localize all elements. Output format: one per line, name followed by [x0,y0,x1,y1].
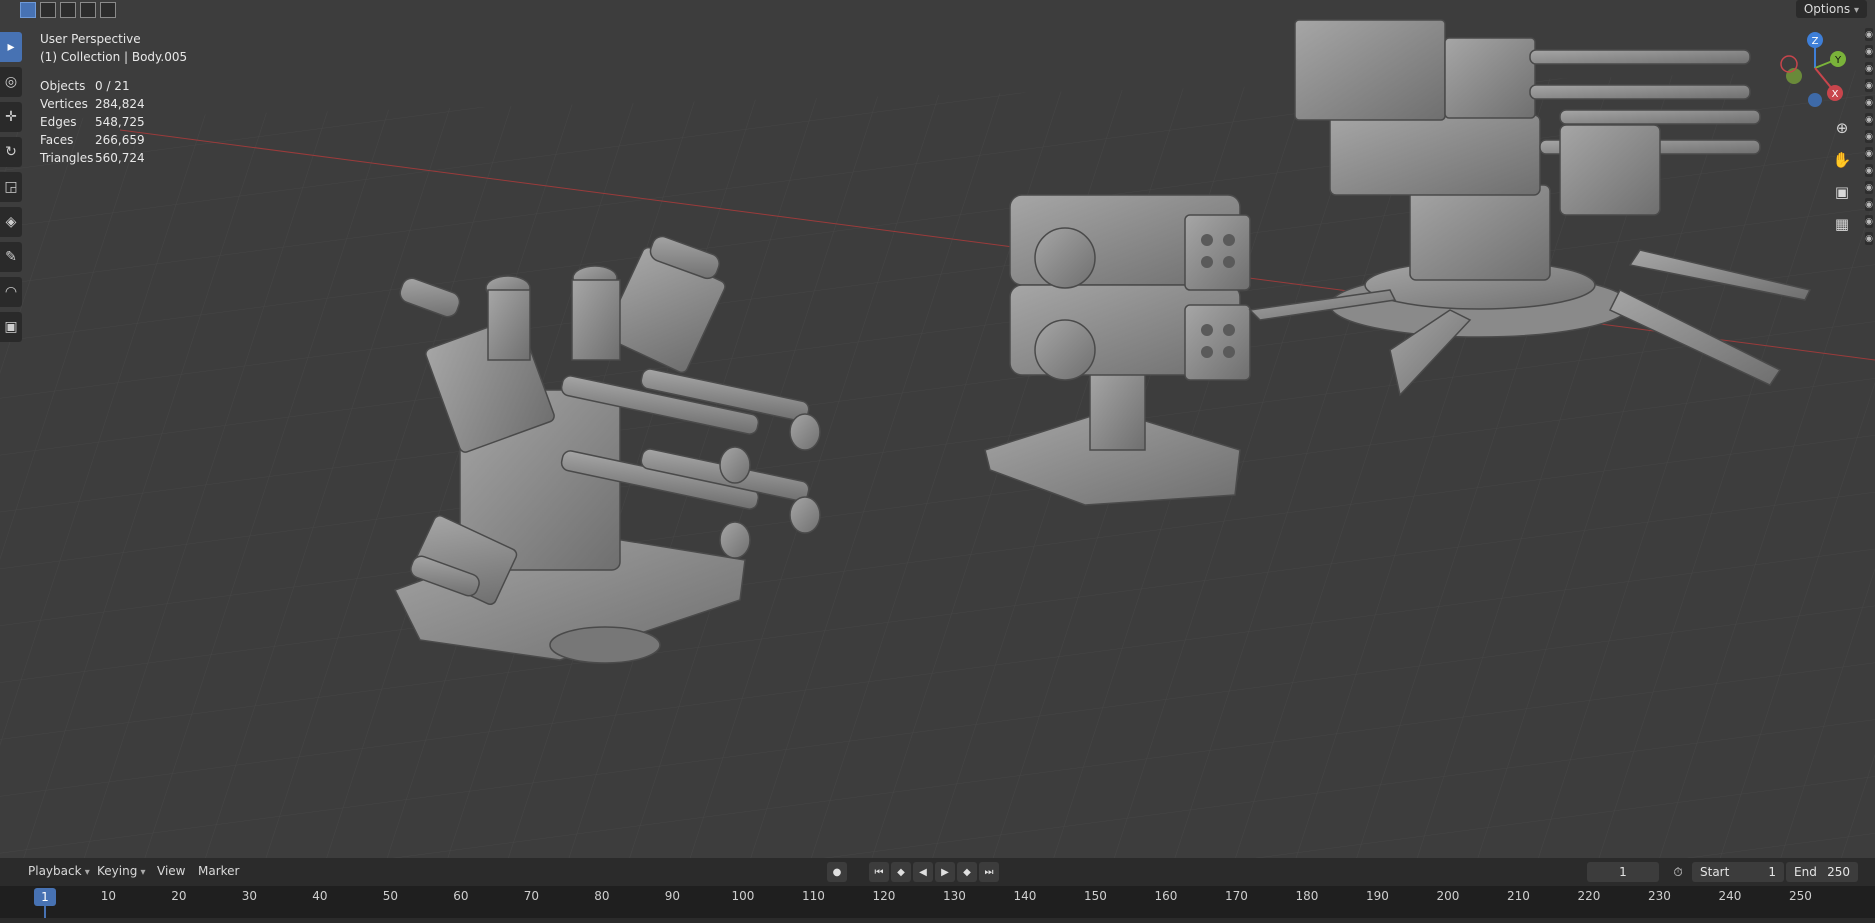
eye-icon[interactable]: ◉ [1865,164,1873,177]
frame-tick-label: 120 [872,889,896,903]
transport-controls: ● ⏮ ◆ ◀ ▶ ◆ ⏭ [827,862,999,882]
scene-statistics: Objects 0 / 21 Vertices 284,824 Edges 548,7… [40,77,145,167]
select-mode-buttons [20,2,116,18]
gizmo-z-label: Z [1812,36,1819,47]
frame-tick-label: 200 [1436,889,1460,903]
stat-row: Vertices 284,824 [40,97,145,111]
options-label: Options [1803,2,1851,16]
record-icon[interactable]: ● [827,862,847,882]
eye-icon[interactable]: ◉ [1865,28,1873,41]
select-invert-icon[interactable] [80,2,96,18]
select-intersect-icon[interactable] [100,2,116,18]
prev-keyframe-icon[interactable]: ◆ [891,862,911,882]
select-box-icon[interactable]: ▸ [0,32,22,62]
eye-icon[interactable]: ◉ [1865,232,1873,245]
collection-label: (1) Collection | Body.005 [40,50,188,64]
frame-tick-label: 40 [312,889,328,903]
frame-tick-label: 140 [1013,889,1037,903]
eye-icon[interactable]: ◉ [1865,181,1873,194]
options-dropdown[interactable]: Options [1795,0,1867,18]
eye-icon[interactable]: ◉ [1865,113,1873,126]
stopwatch-icon[interactable]: ⏱ [1668,862,1688,882]
tool-shelf: ▸ ◎ ✛ ↻ ◲ ◈ ✎ ◠ ▣ [0,32,22,347]
timeline-scrollbar[interactable] [0,918,1875,923]
play-reverse-icon[interactable]: ◀ [913,862,933,882]
next-keyframe-icon[interactable]: ◆ [957,862,977,882]
frame-tick-label: 20 [171,889,187,903]
play-icon[interactable]: ▶ [935,862,955,882]
eye-icon[interactable]: ◉ [1865,130,1873,143]
eye-icon[interactable]: ◉ [1865,215,1873,228]
eye-icon[interactable]: ◉ [1865,79,1873,92]
playback-menu[interactable]: Playback [28,864,90,878]
view-menu[interactable]: View [157,864,185,878]
marker-menu[interactable]: Marker [198,864,239,878]
frame-tick-label: 130 [942,889,966,903]
current-frame-marker[interactable]: 1 [34,888,56,906]
add-cube-icon[interactable]: ▣ [0,312,22,342]
grid-view-icon[interactable]: ▦ [1829,211,1855,237]
gizmo-y-label: Y [1834,55,1842,66]
frame-tick-label: 110 [801,889,825,903]
viewport-info: User Perspective (1) Collection | Body.0… [40,30,187,66]
frame-tick-label: 100 [731,889,755,903]
frame-tick-label: 180 [1295,889,1319,903]
frame-tick-label: 240 [1718,889,1742,903]
frame-tick-label: 220 [1577,889,1601,903]
end-frame-field[interactable]: End 250 [1786,862,1858,882]
3d-viewport[interactable]: Z Y X Options User Perspective (1) Colle… [0,0,1875,858]
stat-row: Faces 266,659 [40,133,145,147]
frame-tick-label: 90 [664,889,681,903]
gizmo-x-label: X [1832,89,1839,100]
frame-tick-label: 150 [1083,889,1107,903]
zoom-icon[interactable]: ⊕ [1829,115,1855,141]
timeline-header: Playback Keying View Marker ● ⏮ ◆ ◀ ▶ ◆ … [0,858,1875,886]
keying-menu[interactable]: Keying [97,864,146,878]
jump-start-icon[interactable]: ⏮ [869,862,889,882]
frame-tick-label: 60 [453,889,469,903]
annotate-icon[interactable]: ✎ [0,242,22,272]
outliner-visibility-strip: ◉ ◉ ◉ ◉ ◉ ◉ ◉ ◉ ◉ ◉ ◉ ◉ ◉ [1865,28,1875,245]
eye-icon[interactable]: ◉ [1865,198,1873,211]
eye-icon[interactable]: ◉ [1865,62,1873,75]
transform-icon[interactable]: ◈ [0,207,22,237]
frame-tick-label: 30 [241,889,258,903]
navigation-controls: ⊕ ✋ ▣ ▦ [1829,115,1855,237]
frame-tick-label: 170 [1224,889,1248,903]
scene-canvas[interactable]: Z Y X [0,0,1875,858]
frame-tick-label: 80 [594,889,610,903]
current-frame-field[interactable]: 1 [1587,862,1659,882]
select-subtract-icon[interactable] [60,2,76,18]
measure-icon[interactable]: ◠ [0,277,22,307]
cursor-icon[interactable]: ◎ [0,67,22,97]
eye-icon[interactable]: ◉ [1865,96,1873,109]
frame-tick-label: 50 [382,889,399,903]
view-name: User Perspective [40,32,141,46]
rotate-icon[interactable]: ↻ [0,137,22,167]
frame-tick-label: 230 [1647,889,1671,903]
start-frame-field[interactable]: Start 1 [1692,862,1784,882]
frame-tick-label: 210 [1506,889,1530,903]
eye-icon[interactable]: ◉ [1865,147,1873,160]
camera-icon[interactable]: ▣ [1829,179,1855,205]
stat-row: Edges 548,725 [40,115,145,129]
frame-tick-label: 190 [1365,889,1389,903]
jump-end-icon[interactable]: ⏭ [979,862,999,882]
stat-row: Objects 0 / 21 [40,79,130,93]
move-icon[interactable]: ✛ [0,102,22,132]
frame-tick-label: 160 [1154,889,1178,903]
turret-middle [984,194,1251,506]
eye-icon[interactable]: ◉ [1865,45,1873,58]
stat-row: Triangles 560,724 [40,151,145,165]
scale-icon[interactable]: ◲ [0,172,22,202]
frame-tick-label: 10 [100,889,117,903]
select-new-icon[interactable] [20,2,36,18]
pan-hand-icon[interactable]: ✋ [1829,147,1855,173]
select-extend-icon[interactable] [40,2,56,18]
frame-tick-label: 250 [1788,889,1812,903]
frame-tick-label: 70 [523,889,540,903]
